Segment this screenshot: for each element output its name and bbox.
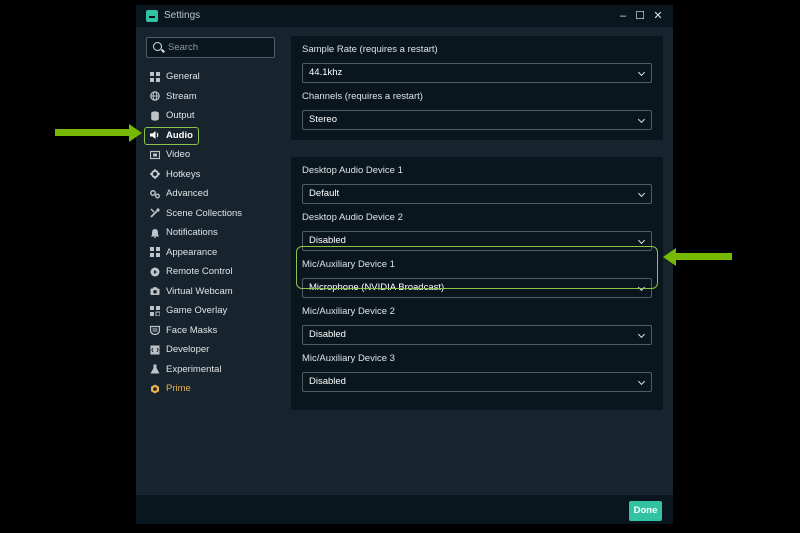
desktop-audio-2-label: Desktop Audio Device 2 — [302, 212, 403, 223]
sidebar-item-label: Virtual Webcam — [166, 285, 233, 297]
app-logo-icon — [146, 10, 158, 22]
sidebar-item-hotkeys[interactable]: Hotkeys — [136, 165, 286, 185]
gear-icon — [150, 169, 160, 180]
audio-devices-section: Desktop Audio Device 1 Default Desktop A… — [291, 157, 663, 410]
settings-content: Sample Rate (requires a restart) 44.1khz… — [291, 36, 663, 427]
film-icon — [150, 150, 160, 160]
desktop-audio-2-value: Disabled — [309, 235, 346, 246]
overlay-icon — [150, 305, 160, 316]
audio-annotation-arrow — [55, 124, 143, 142]
chevron-down-icon — [637, 68, 646, 77]
database-icon — [150, 111, 160, 121]
mic-aux-2-value: Disabled — [309, 329, 346, 340]
play-icon — [150, 267, 160, 277]
sidebar-item-label: Remote Control — [166, 266, 233, 278]
sidebar-item-label: Experimental — [166, 363, 222, 375]
minimize-button[interactable]: – — [615, 8, 631, 24]
sidebar-item-label: Notifications — [166, 227, 218, 239]
sidebar-item-video[interactable]: Video — [136, 145, 286, 165]
sidebar-item-general[interactable]: General — [136, 67, 286, 87]
sidebar-item-label: Appearance — [166, 246, 218, 258]
sidebar-item-scene-collections[interactable]: Scene Collections — [136, 204, 286, 224]
sidebar-item-audio[interactable]: Audio — [136, 126, 286, 146]
audio-highlight-box — [144, 126, 199, 145]
settings-footer: Done — [136, 495, 673, 524]
title-bar[interactable]: Settings – ☐ ✕ — [136, 5, 673, 27]
camera-icon — [150, 286, 160, 296]
sidebar-item-developer[interactable]: Developer — [136, 340, 286, 360]
sidebar-nav: General Stream Output Audio Video Hotkey… — [136, 67, 286, 399]
sidebar-item-label: Output — [166, 110, 195, 122]
sidebar-item-appearance[interactable]: Appearance — [136, 243, 286, 263]
sidebar-item-virtual-webcam[interactable]: Virtual Webcam — [136, 282, 286, 302]
sidebar-item-prime[interactable]: Prime — [136, 379, 286, 399]
sidebar-item-stream[interactable]: Stream — [136, 87, 286, 107]
window-title: Settings — [164, 10, 201, 21]
mic-aux-3-select[interactable]: Disabled — [302, 372, 652, 392]
prime-icon — [150, 384, 160, 394]
tools-icon — [150, 208, 160, 218]
general-audio-section: Sample Rate (requires a restart) 44.1khz… — [291, 36, 663, 140]
sidebar-item-output[interactable]: Output — [136, 106, 286, 126]
sidebar-item-label: Stream — [166, 90, 197, 102]
sidebar-item-label: General — [166, 71, 200, 83]
sample-rate-value: 44.1khz — [309, 67, 343, 78]
sidebar-item-game-overlay[interactable]: Game Overlay — [136, 301, 286, 321]
globe-icon — [150, 91, 160, 102]
sidebar-item-face-masks[interactable]: Face Masks — [136, 321, 286, 341]
mic-aux-3-label: Mic/Auxiliary Device 3 — [302, 353, 395, 364]
chevron-down-icon — [637, 330, 646, 339]
search-input[interactable] — [168, 40, 268, 55]
search-box[interactable] — [146, 37, 275, 58]
sidebar-item-label: Game Overlay — [166, 305, 228, 317]
mic-aux-2-select[interactable]: Disabled — [302, 325, 652, 345]
bell-icon — [150, 228, 160, 238]
grid-icon — [150, 71, 160, 82]
sidebar-item-experimental[interactable]: Experimental — [136, 360, 286, 380]
chevron-down-icon — [637, 377, 646, 386]
sidebar-item-notifications[interactable]: Notifications — [136, 223, 286, 243]
desktop-audio-1-label: Desktop Audio Device 1 — [302, 165, 403, 176]
desktop-audio-1-select[interactable]: Default — [302, 184, 652, 204]
sidebar-item-label: Developer — [166, 344, 210, 356]
settings-sidebar: General Stream Output Audio Video Ho — [136, 27, 286, 524]
mic-device-highlight-box — [296, 246, 658, 289]
mic-aux-3-value: Disabled — [309, 376, 346, 387]
sidebar-item-advanced[interactable]: Advanced — [136, 184, 286, 204]
maximize-button[interactable]: ☐ — [632, 8, 648, 24]
flask-icon — [150, 364, 160, 374]
sidebar-item-label: Advanced — [166, 188, 209, 200]
desktop-audio-1-value: Default — [309, 188, 340, 199]
sidebar-item-label: Scene Collections — [166, 207, 243, 219]
gears-icon — [150, 189, 160, 199]
channels-value: Stereo — [309, 114, 337, 125]
done-button[interactable]: Done — [629, 501, 662, 521]
channels-label: Channels (requires a restart) — [302, 91, 423, 102]
mic-annotation-arrow — [663, 248, 733, 266]
sidebar-item-label: Face Masks — [166, 324, 218, 336]
code-icon — [150, 345, 160, 355]
chevron-down-icon — [637, 236, 646, 245]
close-button[interactable]: ✕ — [650, 8, 666, 24]
sidebar-item-label: Prime — [166, 383, 191, 395]
mic-aux-2-label: Mic/Auxiliary Device 2 — [302, 306, 395, 317]
sample-rate-label: Sample Rate (requires a restart) — [302, 44, 438, 55]
channels-select[interactable]: Stereo — [302, 110, 652, 130]
mask-icon — [150, 325, 160, 336]
chevron-down-icon — [637, 189, 646, 198]
sidebar-item-remote-control[interactable]: Remote Control — [136, 262, 286, 282]
chevron-down-icon — [637, 115, 646, 124]
sidebar-item-label: Hotkeys — [166, 168, 201, 180]
sidebar-item-label: Video — [166, 149, 191, 161]
search-icon — [153, 42, 162, 51]
squares-icon — [150, 247, 160, 258]
sample-rate-select[interactable]: 44.1khz — [302, 63, 652, 83]
settings-window: Settings – ☐ ✕ General Stream Output — [136, 5, 673, 524]
